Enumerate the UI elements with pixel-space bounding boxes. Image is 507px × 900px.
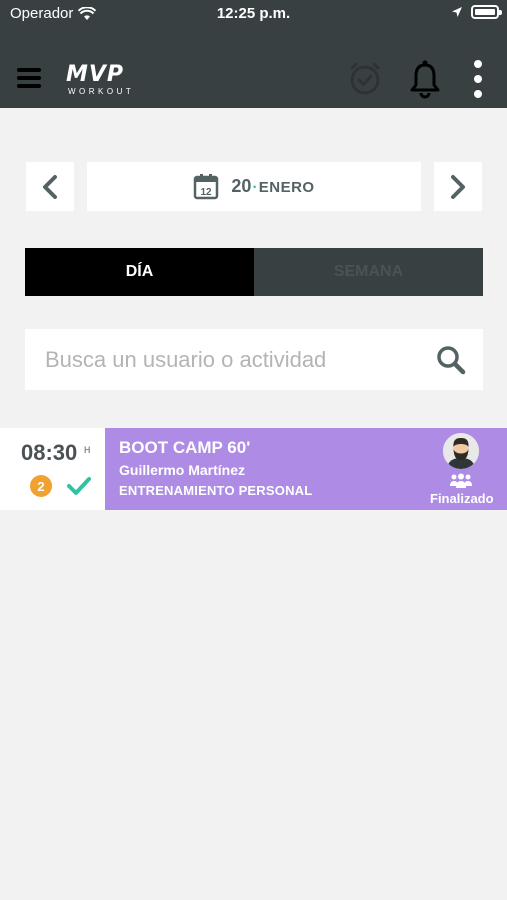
more-vertical-icon[interactable] [470,60,486,98]
app-logo: MVP WORKOUT [66,62,160,97]
prev-day-button[interactable] [26,162,74,211]
activity-type: ENTRENAMIENTO PERSONAL [119,483,313,498]
activity-time-column: 08:30 H 2 [0,428,105,510]
activity-trainer: Guillermo Martínez [119,462,246,478]
activity-time: 08:30 [21,440,78,465]
activity-row[interactable]: 08:30 H 2 BOOT CAMP 60' Guillermo Martín… [0,428,507,510]
group-icon [450,473,472,488]
menu-icon[interactable] [17,68,41,88]
chevron-left-icon [43,174,57,199]
search-bar [25,329,483,390]
date-selector[interactable]: 12 20 · ENERO [87,162,421,211]
location-arrow-icon [452,7,462,17]
tab-week[interactable]: SEMANA [254,248,483,296]
search-input[interactable] [45,346,435,373]
calendar-icon-day: 12 [201,187,213,198]
activity-title: BOOT CAMP 60' [119,438,251,457]
alarm-clock-icon[interactable] [346,60,384,98]
calendar-icon: 12 [194,174,219,200]
check-icon [67,477,91,495]
view-tabs: DÍA SEMANA [25,248,483,296]
date-separator: · [252,179,258,196]
search-icon[interactable] [435,344,467,376]
activity-card: BOOT CAMP 60' Guillermo Martínez ENTRENA… [105,428,507,510]
activity-status: Finalizado [430,491,494,506]
participant-count-badge: 2 [30,475,52,497]
top-bar: Operador 12:25 p.m. MVP WORKOUT [0,0,507,108]
date-day: 20 [231,176,252,196]
status-right [451,5,502,19]
logo-main: MVP [66,62,125,87]
activity-time-unit: H [84,445,91,455]
bell-icon[interactable] [409,59,441,99]
battery-icon [471,5,502,19]
status-bar: Operador 12:25 p.m. [0,0,507,28]
current-date: 20 · ENERO [231,176,314,197]
date-month: ENERO [258,179,315,196]
tab-day[interactable]: DÍA [25,248,254,296]
status-time: 12:25 p.m. [216,5,291,22]
avatar [443,433,479,469]
next-day-button[interactable] [434,162,482,211]
logo-sub: WORKOUT [68,87,135,96]
chevron-right-icon [451,174,465,199]
